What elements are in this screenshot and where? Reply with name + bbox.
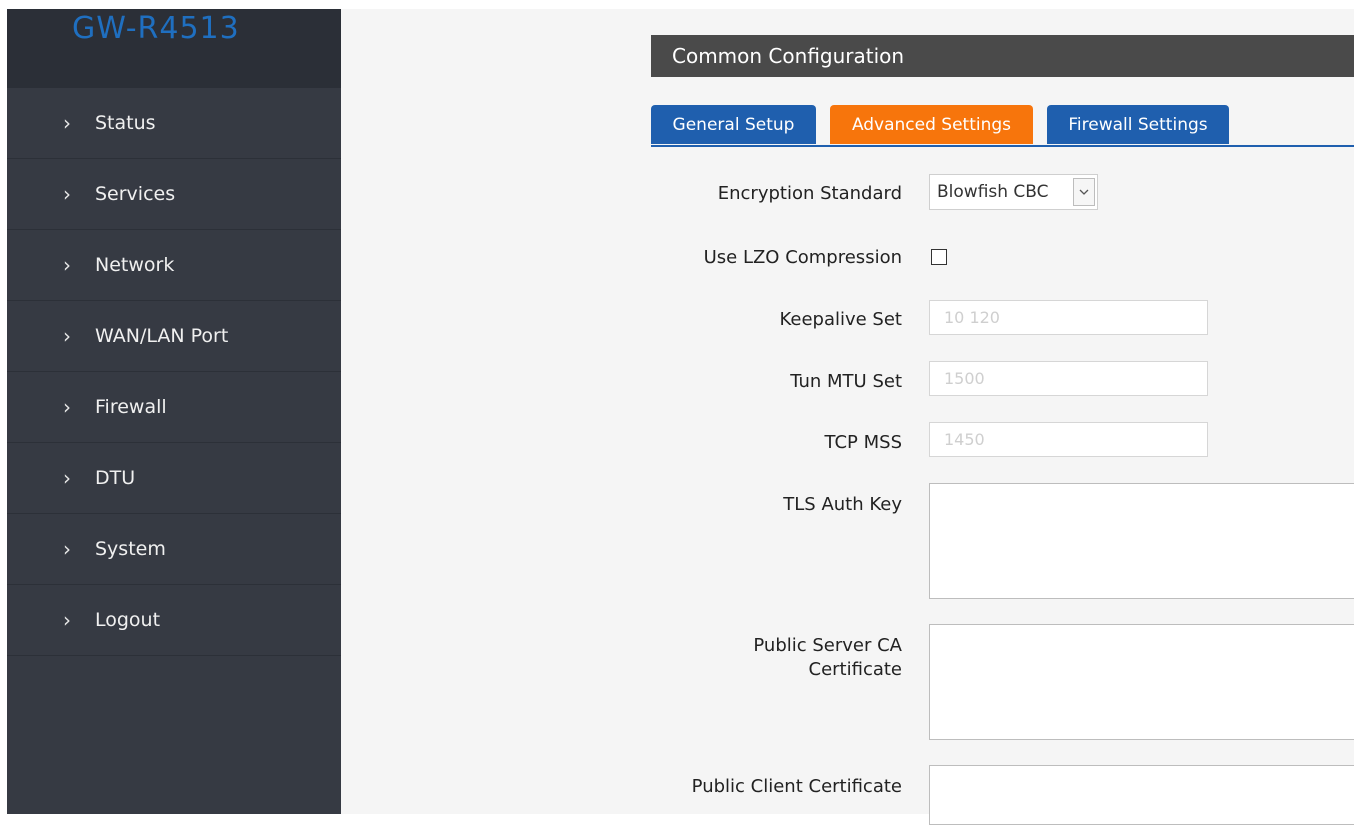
tab-firewall-settings[interactable]: Firewall Settings <box>1047 105 1229 144</box>
sidebar-item-dtu[interactable]: › DTU <box>7 443 341 514</box>
sidebar-item-firewall[interactable]: › Firewall <box>7 372 341 443</box>
sidebar-item-status[interactable]: › Status <box>7 88 341 159</box>
encryption-standard-value: Blowfish CBC <box>937 182 1049 202</box>
sidebar: GW-R4513 › Status › Services › Network ›… <box>7 9 341 814</box>
sidebar-item-label: Logout <box>95 609 161 631</box>
chevron-right-icon: › <box>63 395 71 419</box>
sidebar-item-label: WAN/LAN Port <box>95 325 229 347</box>
chevron-right-icon: › <box>63 324 71 348</box>
encryption-standard-select[interactable]: Blowfish CBC <box>929 174 1098 210</box>
chevron-right-icon: › <box>63 537 71 561</box>
sidebar-item-label: Status <box>95 112 156 134</box>
chevron-right-icon: › <box>63 466 71 490</box>
lzo-compression-label: Use LZO Compression <box>703 247 902 268</box>
sidebar-item-label: Services <box>95 183 176 205</box>
lzo-compression-checkbox[interactable] <box>931 249 947 265</box>
tab-general-setup[interactable]: General Setup <box>651 105 816 144</box>
tab-bar: General Setup Advanced Settings Firewall… <box>651 105 1354 147</box>
sidebar-item-label: Network <box>95 254 175 276</box>
sidebar-item-label: DTU <box>95 467 136 489</box>
tcp-mss-input[interactable] <box>929 422 1208 457</box>
keepalive-input[interactable] <box>929 300 1208 335</box>
server-ca-label-line1: Public Server CA <box>753 635 902 656</box>
chevron-right-icon: › <box>63 253 71 277</box>
sidebar-item-wan-lan-port[interactable]: › WAN/LAN Port <box>7 301 341 372</box>
chevron-right-icon: › <box>63 111 71 135</box>
sidebar-item-label: System <box>95 538 166 560</box>
tab-advanced-settings[interactable]: Advanced Settings <box>830 105 1033 144</box>
chevron-right-icon: › <box>63 608 71 632</box>
sidebar-item-network[interactable]: › Network <box>7 230 341 301</box>
chevron-right-icon: › <box>63 182 71 206</box>
client-certificate-label: Public Client Certificate <box>691 776 902 797</box>
section-title: Common Configuration <box>651 35 1354 77</box>
tls-auth-key-label: TLS Auth Key <box>783 494 902 515</box>
tls-auth-key-textarea[interactable] <box>929 483 1354 599</box>
main-content: Common Configuration General Setup Advan… <box>341 9 1354 825</box>
tcp-mss-label: TCP MSS <box>824 432 902 453</box>
sidebar-item-logout[interactable]: › Logout <box>7 585 341 656</box>
keepalive-label: Keepalive Set <box>779 309 902 330</box>
sidebar-item-services[interactable]: › Services <box>7 159 341 230</box>
server-ca-label-line2: Certificate <box>808 659 903 680</box>
tun-mtu-label: Tun MTU Set <box>790 371 902 392</box>
sidebar-item-system[interactable]: › System <box>7 514 341 585</box>
client-certificate-textarea[interactable] <box>929 765 1354 825</box>
encryption-standard-label: Encryption Standard <box>717 183 902 204</box>
server-ca-textarea[interactable] <box>929 624 1354 740</box>
sidebar-item-label: Firewall <box>95 396 167 418</box>
brand-header: GW-R4513 <box>7 9 341 88</box>
tun-mtu-input[interactable] <box>929 361 1208 396</box>
brand-logo: GW-R4513 <box>72 11 240 46</box>
chevron-down-icon[interactable] <box>1073 178 1095 206</box>
